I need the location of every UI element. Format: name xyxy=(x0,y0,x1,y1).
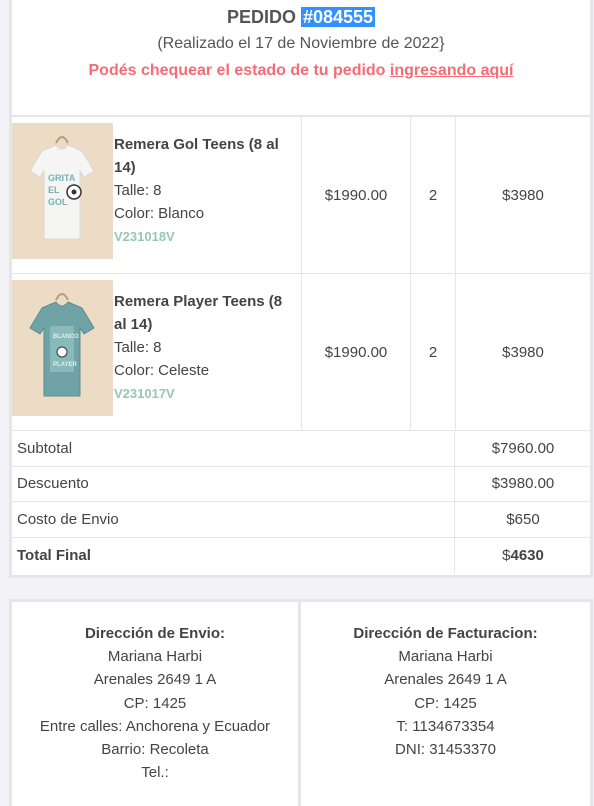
svg-text:GRITA: GRITA xyxy=(48,173,76,183)
svg-text:EL: EL xyxy=(48,185,60,195)
total-final-value: $4630 xyxy=(455,538,591,574)
address-card: Dirección de Envio: Mariana Harbi Arenal… xyxy=(9,599,593,806)
shipping-address-line: Arenales 2649 1 A xyxy=(93,671,217,689)
order-item-row: GRITA EL GOL Remera Gol Teens (8 al 14) … xyxy=(12,117,590,274)
quantity: 2 xyxy=(428,344,438,361)
shipping-address-line: Entre calles: Anchorena y Ecuador xyxy=(39,717,271,735)
quantity: 2 xyxy=(428,187,438,204)
unit-price: $1990.00 xyxy=(324,187,388,204)
order-status-label: Podés chequear el estado de tu pedido xyxy=(88,62,386,79)
order-header: PEDIDO #084555 (Realizado el 17 de Novie… xyxy=(12,0,590,117)
billing-address-line: Mariana Harbi xyxy=(398,648,493,666)
billing-address-line: Arenales 2649 1 A xyxy=(384,671,507,689)
svg-text:BLANCO: BLANCO xyxy=(53,334,79,340)
product-image[interactable]: BLANCO PLAYER xyxy=(12,280,113,416)
line-total: $3980 xyxy=(502,187,544,204)
product-sku: V231018V xyxy=(114,229,175,244)
discount-label: Descuento xyxy=(17,475,89,493)
shipping-cost-value: $650 xyxy=(506,510,540,528)
total-final-row: Total Final $4630 xyxy=(12,538,590,574)
product-image[interactable]: GRITA EL GOL xyxy=(12,123,113,259)
billing-address-heading: Dirección de Facturacion: xyxy=(353,625,538,642)
shipping-cost-row: Costo de Envio $650 xyxy=(12,502,590,538)
svg-text:GOL: GOL xyxy=(48,197,68,207)
order-card: PEDIDO #084555 (Realizado el 17 de Novie… xyxy=(9,0,593,578)
order-item-row: BLANCO PLAYER Remera Player Teens (8 al … xyxy=(12,274,590,431)
discount-value: $3980.00 xyxy=(491,475,555,493)
total-final-label: Total Final xyxy=(17,546,91,564)
product-name: Remera Gol Teens (8 al 14) xyxy=(114,136,279,176)
product-sku: V231017V xyxy=(114,386,175,401)
order-title-prefix: PEDIDO xyxy=(226,7,296,27)
subtotal-label: Subtotal xyxy=(17,439,73,457)
total-final-amount: 4630 xyxy=(510,546,544,564)
product-name: Remera Player Teens (8 al 14) xyxy=(114,293,283,333)
order-title: PEDIDO #084555 xyxy=(12,0,590,29)
order-status-link[interactable]: ingresando aquí xyxy=(390,62,514,79)
product-color: Color: Celeste xyxy=(114,362,210,379)
product-description: Remera Gol Teens (8 al 14) Talle: 8 Colo… xyxy=(114,133,294,248)
billing-address-line: T: 1134673354 xyxy=(396,717,495,735)
order-date: (Realizado el 17 de Noviembre de 2022} xyxy=(157,35,445,52)
order-number: #084555 xyxy=(300,7,376,27)
line-total: $3980 xyxy=(502,344,544,361)
subtotal-row: Subtotal $7960.00 xyxy=(12,431,590,467)
billing-address-line: CP: 1425 xyxy=(414,694,477,712)
subtotal-value: $7960.00 xyxy=(491,439,555,457)
product-size: Talle: 8 xyxy=(114,339,162,356)
shipping-address: Dirección de Envio: Mariana Harbi Arenal… xyxy=(12,602,298,806)
total-final-currency: $ xyxy=(502,546,511,564)
order-status-text: Podés chequear el estado de tu pedido in… xyxy=(12,61,590,81)
shipping-address-line: Mariana Harbi xyxy=(107,648,203,666)
order-totals: Subtotal $7960.00 Descuento $3980.00 Cos… xyxy=(12,431,590,573)
billing-address: Dirección de Facturacion: Mariana Harbi … xyxy=(301,602,590,806)
shipping-cost-label: Costo de Envio xyxy=(17,510,119,528)
billing-address-line: DNI: 31453370 xyxy=(395,741,496,759)
product-color: Color: Blanco xyxy=(114,205,205,222)
unit-price: $1990.00 xyxy=(324,344,388,361)
product-shirt-image: BLANCO PLAYER xyxy=(12,280,113,416)
product-shirt-image: GRITA EL GOL xyxy=(12,123,113,259)
svg-text:PLAYER: PLAYER xyxy=(53,362,77,368)
product-description: Remera Player Teens (8 al 14) Talle: 8 C… xyxy=(114,290,294,405)
shipping-address-line: Tel.: xyxy=(141,764,169,782)
discount-row: Descuento $3980.00 xyxy=(12,467,590,502)
shipping-address-line: Barrio: Recoleta xyxy=(101,741,209,759)
shipping-address-line: CP: 1425 xyxy=(123,694,187,712)
product-size: Talle: 8 xyxy=(114,182,162,199)
shipping-address-heading: Dirección de Envio: xyxy=(84,625,226,642)
